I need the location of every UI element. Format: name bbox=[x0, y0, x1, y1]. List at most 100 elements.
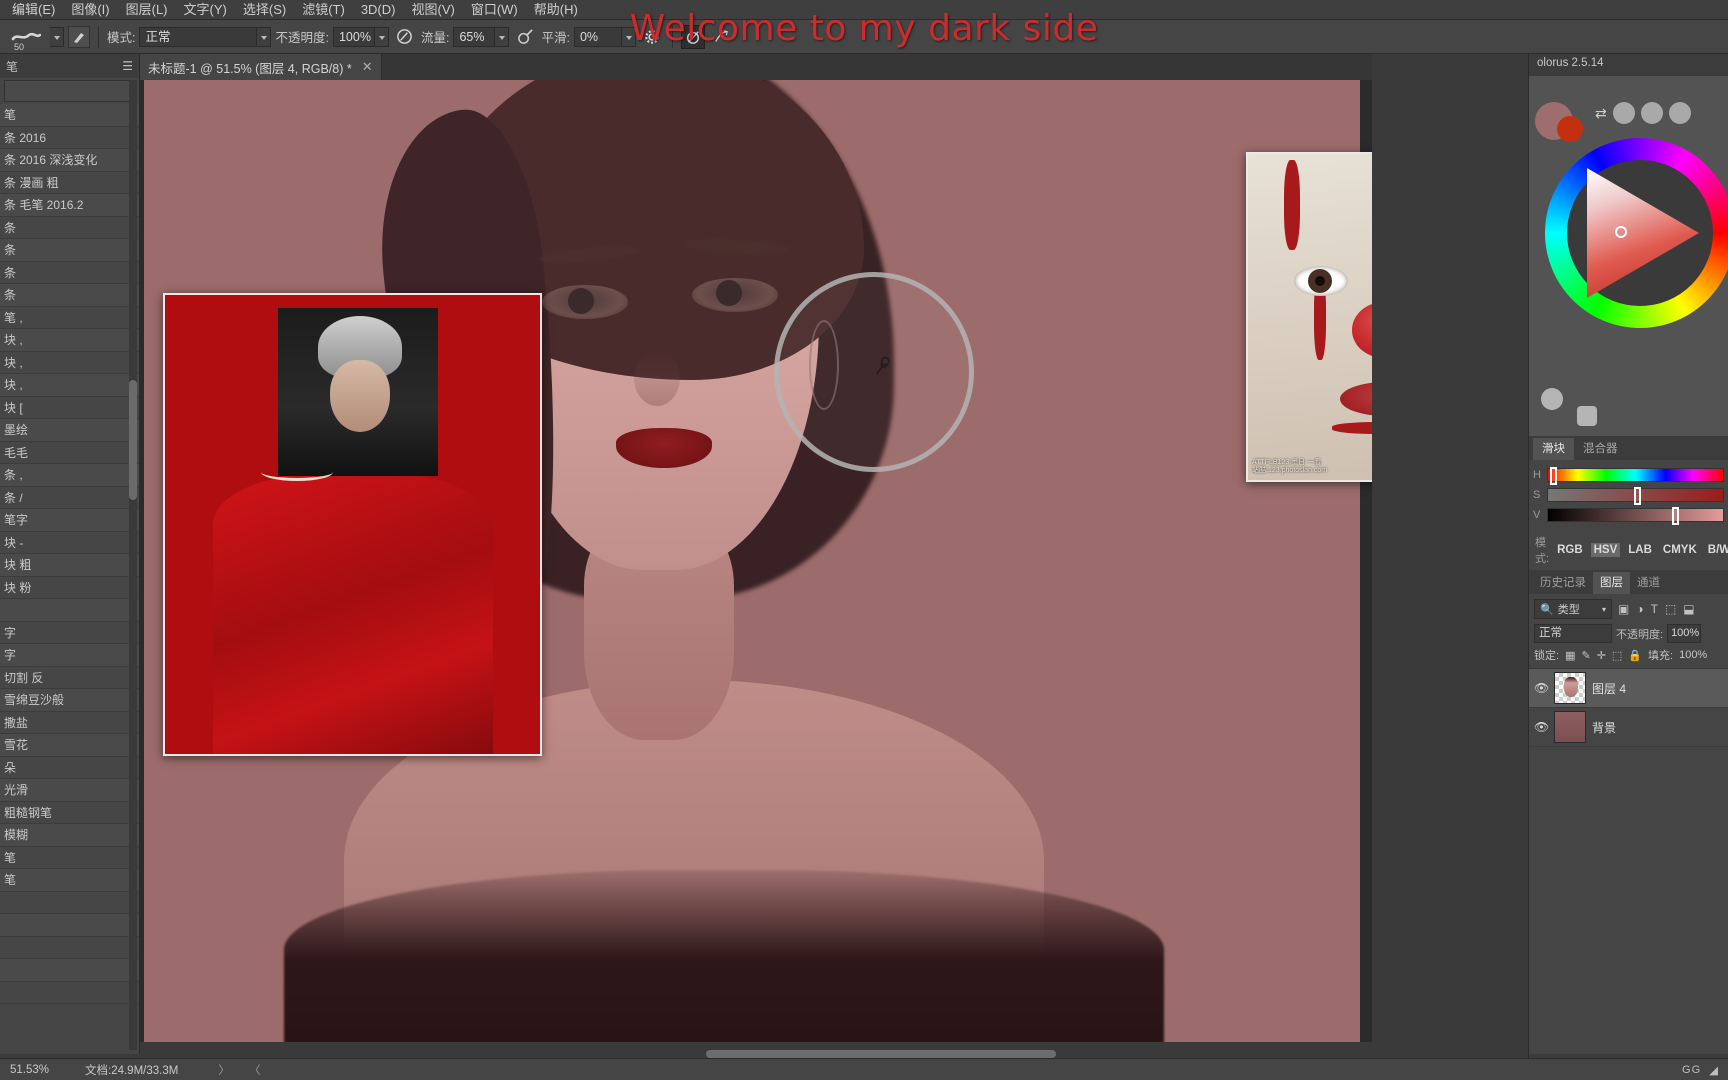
smoothing-value[interactable]: 0% bbox=[573, 26, 622, 47]
lock-artboard-icon[interactable]: ⬚ bbox=[1612, 649, 1622, 662]
opacity-combo[interactable]: 100% bbox=[332, 26, 389, 47]
layer-visibility-icon[interactable]: 👁 bbox=[1534, 681, 1549, 695]
opacity-value[interactable]: 100% bbox=[332, 26, 375, 47]
brush-list-item[interactable]: 光滑 bbox=[0, 779, 139, 802]
brush-list-item[interactable]: 块 , bbox=[0, 374, 139, 397]
brush-list-item[interactable]: 块 , bbox=[0, 351, 139, 374]
brush-list-item[interactable]: 条 bbox=[0, 239, 139, 262]
brush-list-item[interactable] bbox=[0, 891, 139, 914]
resize-grip-icon[interactable]: ◢ bbox=[1709, 1063, 1718, 1077]
brush-list-item[interactable]: 笔字 bbox=[0, 509, 139, 532]
pressure-opacity-icon[interactable] bbox=[393, 25, 417, 49]
saturation-slider-knob[interactable] bbox=[1633, 487, 1641, 505]
tab-mixer[interactable]: 混合器 bbox=[1574, 438, 1627, 460]
harmony-mono-icon[interactable] bbox=[1612, 102, 1635, 124]
layer-filter-combo[interactable]: 🔍 类型 ▾ bbox=[1534, 599, 1612, 619]
tab-layers[interactable]: 图层 bbox=[1593, 572, 1630, 594]
brush-list-item[interactable]: 块 , bbox=[0, 329, 139, 352]
coolorus-swatches[interactable] bbox=[1535, 102, 1589, 142]
value-mode-icon[interactable] bbox=[1541, 388, 1563, 410]
brush-list-item[interactable]: 块 - bbox=[0, 531, 139, 554]
brush-search-input[interactable] bbox=[4, 80, 135, 102]
blend-mode-combo[interactable]: 正常 bbox=[139, 26, 272, 47]
brush-list-item[interactable]: 条 bbox=[0, 284, 139, 307]
square-mode-icon[interactable] bbox=[1577, 406, 1597, 426]
lock-all-icon[interactable]: 🔒 bbox=[1628, 649, 1642, 662]
color-mode-bw[interactable]: B/W bbox=[1705, 543, 1728, 557]
lock-transparency-icon[interactable]: ▦ bbox=[1565, 649, 1575, 662]
menu-item-edit[interactable]: 编辑(E) bbox=[4, 0, 63, 19]
flow-combo[interactable]: 65% bbox=[453, 26, 510, 47]
brush-list-item[interactable]: 笔 bbox=[0, 104, 139, 127]
menu-item-help[interactable]: 帮助(H) bbox=[526, 0, 586, 19]
menu-item-type[interactable]: 文字(Y) bbox=[176, 0, 235, 19]
tab-sliders[interactable]: 滑块 bbox=[1533, 438, 1574, 460]
brush-preset-picker[interactable]: 50 bbox=[6, 23, 46, 52]
coolorus-panel[interactable]: ⇄ bbox=[1529, 76, 1728, 436]
brush-list-item[interactable]: 条 bbox=[0, 261, 139, 284]
brush-list-item[interactable]: 条 毛笔 2016.2 bbox=[0, 194, 139, 217]
value-slider-knob[interactable] bbox=[1672, 507, 1680, 525]
brush-list-item[interactable]: 撒盐 bbox=[0, 711, 139, 734]
clown-makeup-reference-photo[interactable]: ATTFLB123.墨日 一看 站酷:123.photoslan.com bbox=[1246, 152, 1372, 482]
status-nav-arrows[interactable]: 〉 〈 bbox=[178, 1062, 268, 1078]
smoothing-combo[interactable]: 0% bbox=[573, 26, 636, 47]
brush-list-item[interactable] bbox=[0, 936, 139, 959]
color-mode-lab[interactable]: LAB bbox=[1625, 543, 1655, 557]
swap-colors-icon[interactable]: ⇄ bbox=[1595, 105, 1607, 122]
color-mode-hsv[interactable]: HSV bbox=[1590, 543, 1621, 557]
hue-slider-track[interactable] bbox=[1547, 467, 1724, 485]
smartobject-filter-icon[interactable]: ⬓ bbox=[1683, 602, 1694, 616]
layer-thumbnail[interactable] bbox=[1554, 711, 1586, 743]
menu-item-window[interactable]: 窗口(W) bbox=[463, 0, 526, 19]
blend-mode-caret[interactable] bbox=[257, 26, 272, 47]
gear-icon[interactable] bbox=[640, 25, 664, 49]
brush-settings-toggle[interactable] bbox=[68, 25, 90, 48]
brush-list-item[interactable]: 笔 bbox=[0, 869, 139, 892]
blend-mode-value[interactable]: 正常 bbox=[139, 26, 258, 47]
smoothing-caret[interactable] bbox=[621, 26, 636, 47]
brush-list-item[interactable] bbox=[0, 959, 139, 982]
type-filter-icon[interactable]: T bbox=[1651, 602, 1658, 616]
layer-visibility-icon[interactable]: 👁 bbox=[1534, 720, 1549, 734]
status-zoom-level[interactable]: 51.53% bbox=[0, 1064, 75, 1076]
brush-list-item[interactable]: 毛毛 bbox=[0, 441, 139, 464]
lock-position-icon[interactable]: ✛ bbox=[1597, 649, 1606, 662]
saturation-slider-track[interactable] bbox=[1547, 487, 1724, 505]
brush-list-item[interactable]: 块 粗 bbox=[0, 554, 139, 577]
brush-list-item[interactable]: 朵 bbox=[0, 756, 139, 779]
color-wheel[interactable] bbox=[1545, 138, 1728, 328]
document-tab[interactable]: 未标题-1 @ 51.5% (图层 4, RGB/8) * ✕ bbox=[140, 54, 382, 80]
brush-list-item[interactable]: 笔 , bbox=[0, 306, 139, 329]
layer-opacity-value[interactable]: 100% bbox=[1667, 624, 1702, 643]
layer-fill-value[interactable]: 100% bbox=[1679, 649, 1707, 661]
brush-list-item[interactable] bbox=[0, 981, 139, 1004]
brush-list-item[interactable]: 切割 反 bbox=[0, 666, 139, 689]
shape-filter-icon[interactable]: ⬚ bbox=[1665, 602, 1676, 616]
brush-list-item[interactable]: 条 漫画 粗 bbox=[0, 171, 139, 194]
image-filter-icon[interactable]: ▣ bbox=[1618, 602, 1629, 616]
brush-preset-caret[interactable] bbox=[50, 26, 64, 47]
scrollbar-thumb[interactable] bbox=[129, 380, 137, 500]
value-slider-track[interactable] bbox=[1547, 507, 1724, 525]
airbrush-icon[interactable] bbox=[513, 25, 537, 49]
flow-caret[interactable] bbox=[495, 26, 510, 47]
layer-thumbnail[interactable] bbox=[1554, 672, 1586, 704]
brush-list-item[interactable]: 模糊 bbox=[0, 824, 139, 847]
brush-list-item[interactable]: 字 bbox=[0, 621, 139, 644]
slider-row-saturation[interactable]: S bbox=[1533, 486, 1724, 505]
brush-list-item[interactable]: 粗糙钢笔 bbox=[0, 801, 139, 824]
brush-list-item[interactable]: 条 / bbox=[0, 486, 139, 509]
harmony-complementary-icon[interactable] bbox=[1640, 102, 1663, 124]
brush-list-scrollbar[interactable] bbox=[129, 80, 137, 1050]
brush-list-item[interactable]: 雪绵豆沙般 bbox=[0, 689, 139, 712]
brush-list-item[interactable]: 块 [ bbox=[0, 396, 139, 419]
menu-item-3d[interactable]: 3D(D) bbox=[353, 0, 404, 19]
flow-value[interactable]: 65% bbox=[453, 26, 496, 47]
menu-item-layer[interactable]: 图层(L) bbox=[118, 0, 176, 19]
brush-list-item[interactable]: 笔 bbox=[0, 846, 139, 869]
adjustment-filter-icon[interactable]: ◑ bbox=[1636, 602, 1643, 616]
lock-pixels-icon[interactable]: ✎ bbox=[1581, 649, 1590, 662]
brush-list-item[interactable] bbox=[0, 914, 139, 937]
menu-item-filter[interactable]: 滤镜(T) bbox=[294, 0, 353, 19]
